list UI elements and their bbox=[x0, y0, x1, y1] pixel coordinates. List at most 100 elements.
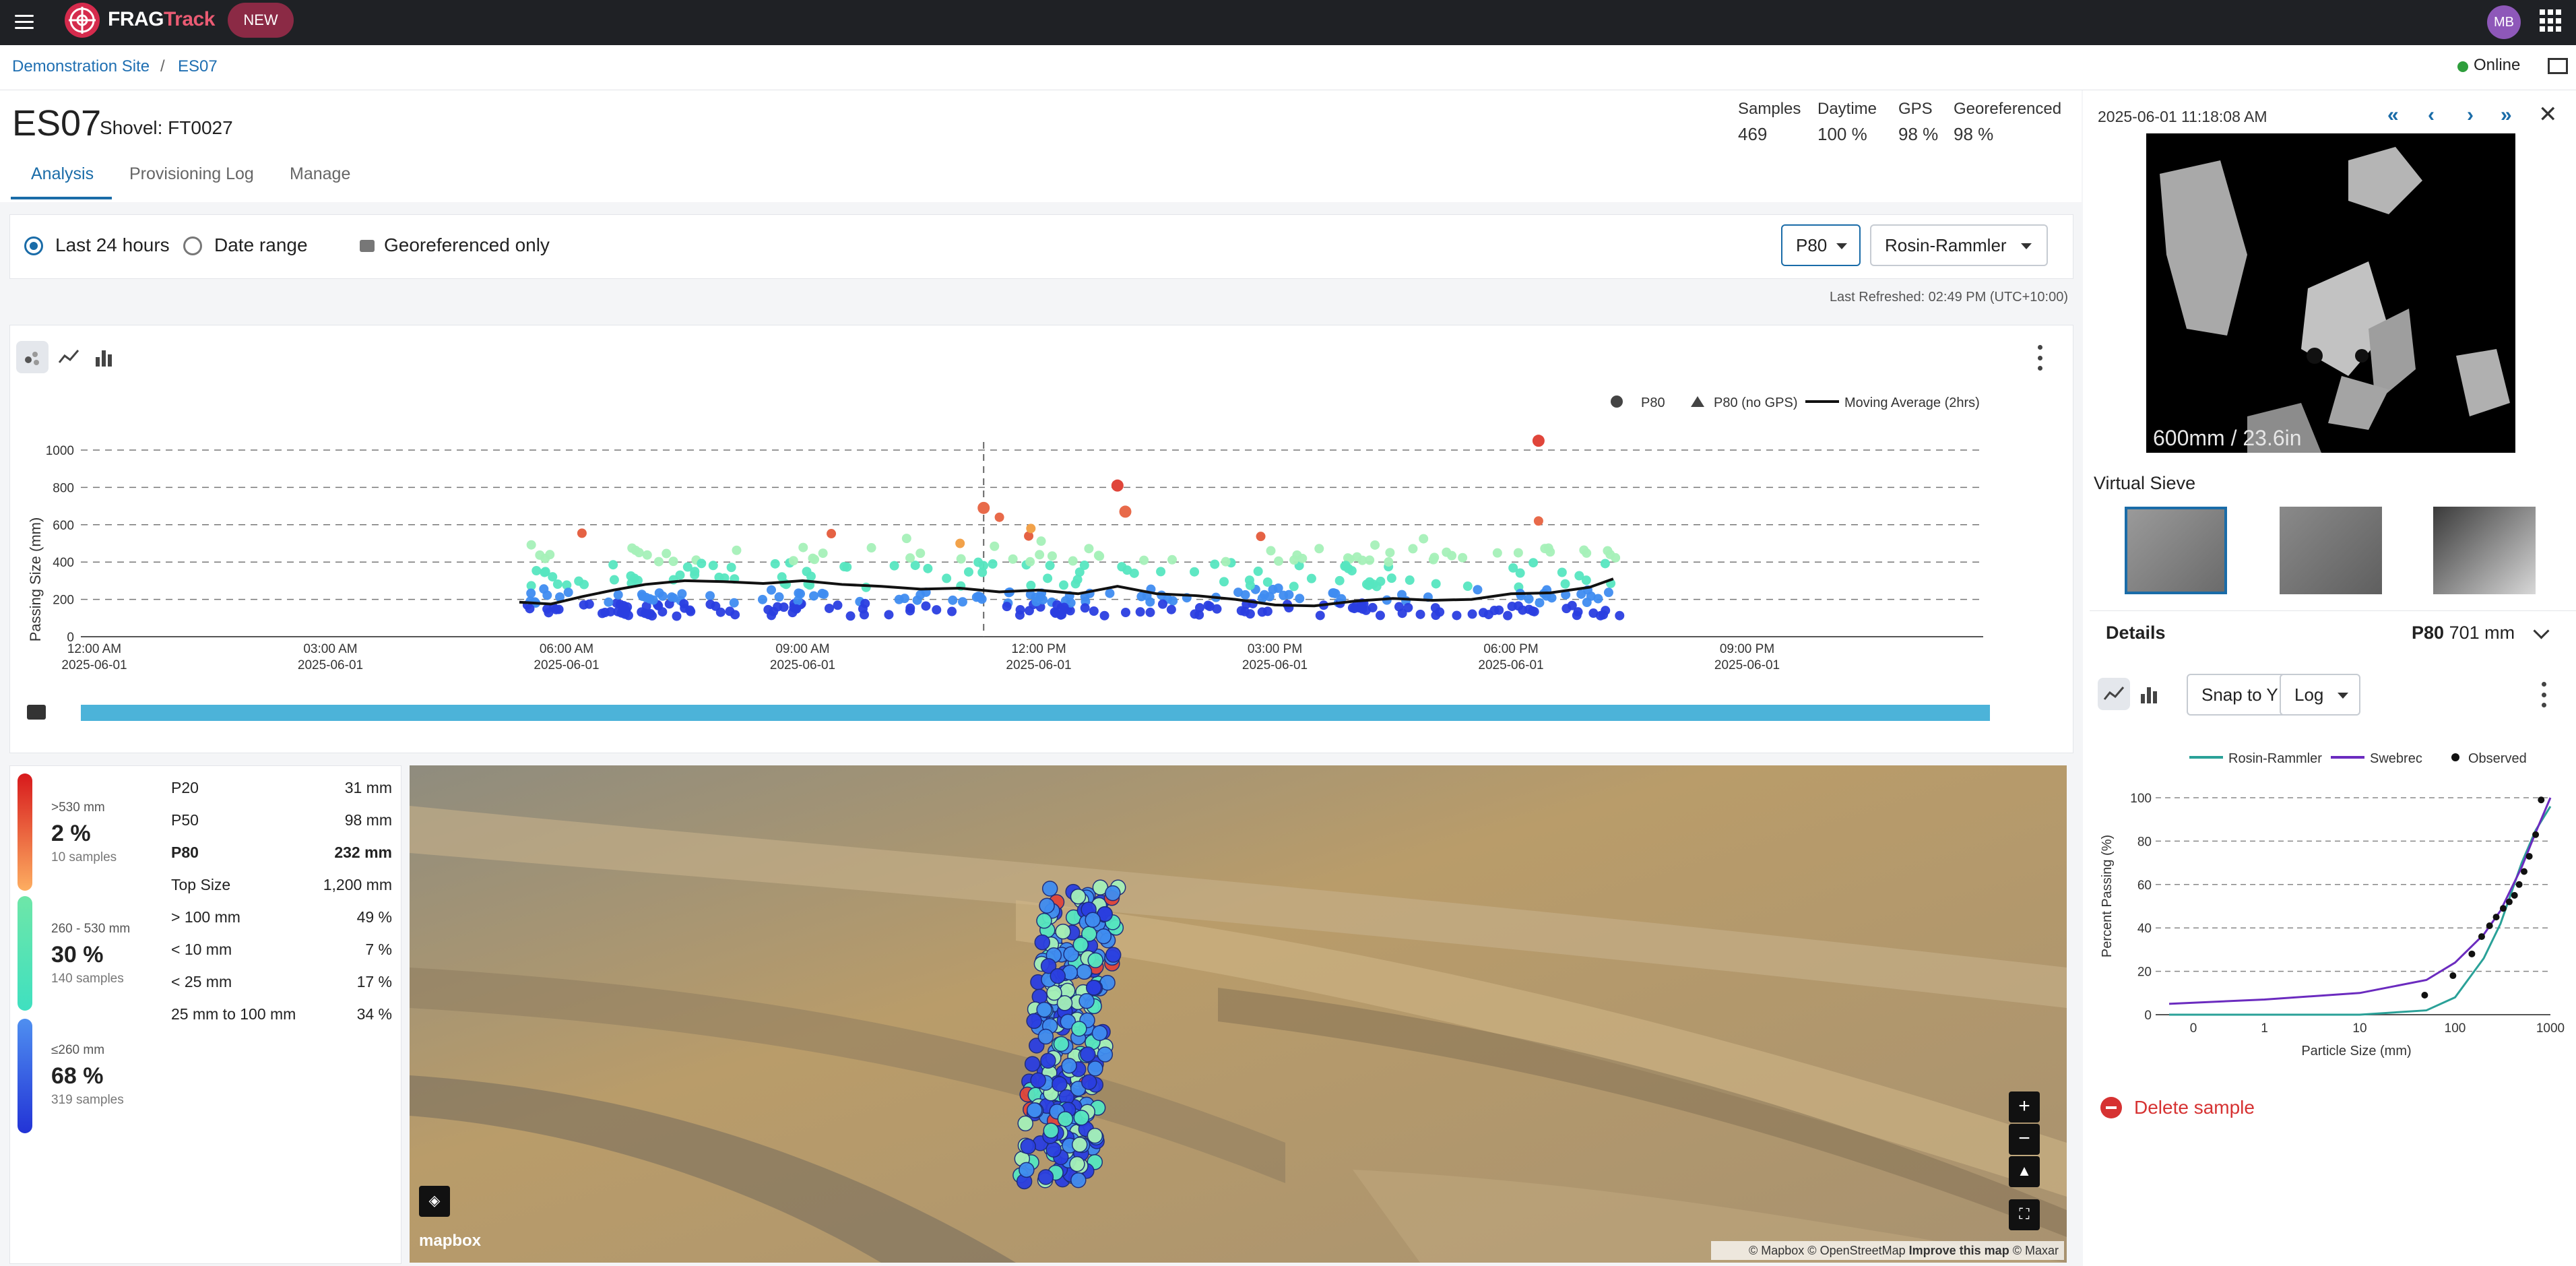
psd-observed-point bbox=[2532, 831, 2540, 838]
sample-point bbox=[1595, 610, 1605, 621]
virtual-sieve-thumb-1[interactable] bbox=[2125, 507, 2227, 594]
model-select[interactable]: Rosin-Rammler bbox=[1870, 224, 2048, 266]
sample-point bbox=[1593, 594, 1603, 604]
more-icon[interactable] bbox=[2541, 682, 2546, 707]
metric-select-value: P80 bbox=[1796, 235, 1828, 255]
legend-p80-marker bbox=[1611, 395, 1623, 408]
zoom-in-icon[interactable]: + bbox=[2009, 1091, 2040, 1122]
active-tab-indicator bbox=[11, 197, 112, 199]
bar-icon[interactable] bbox=[2133, 678, 2165, 710]
sample-point bbox=[901, 534, 911, 544]
highlight-point bbox=[955, 538, 965, 548]
sample-point bbox=[1166, 604, 1176, 614]
first-icon[interactable]: « bbox=[2387, 104, 2399, 127]
last-24-hours-label[interactable]: Last 24 hours bbox=[55, 234, 170, 256]
timeline-bar[interactable] bbox=[81, 705, 1990, 721]
avatar[interactable]: MB bbox=[2487, 5, 2521, 39]
metric-lt25-value: 17 % bbox=[356, 973, 392, 990]
breadcrumb-site[interactable]: Demonstration Site bbox=[12, 57, 150, 76]
sample-point bbox=[1262, 577, 1273, 587]
psd-observed-point bbox=[2478, 933, 2485, 941]
psd-series bbox=[2168, 797, 2552, 1016]
x-tick-time: 09:00 AM bbox=[775, 642, 829, 656]
layers-icon[interactable]: ◈ bbox=[419, 1186, 450, 1217]
prev-icon[interactable]: ‹ bbox=[2428, 104, 2435, 127]
compass-icon[interactable]: ▲ bbox=[2009, 1156, 2040, 1187]
bar-icon[interactable] bbox=[88, 341, 120, 373]
mapbox-logo[interactable]: mapbox bbox=[419, 1232, 481, 1251]
sample-point bbox=[577, 528, 587, 538]
frag-logo-icon[interactable] bbox=[65, 3, 100, 38]
psd-y-tick: 100 bbox=[2130, 792, 2152, 806]
chevron-down-icon bbox=[2021, 243, 2032, 249]
sample-point bbox=[1431, 579, 1441, 589]
delete-icon[interactable] bbox=[2100, 1097, 2122, 1118]
sample-point bbox=[1219, 577, 1229, 587]
sample-point bbox=[1036, 536, 1046, 546]
scatter-icon[interactable] bbox=[16, 341, 49, 373]
tab-provisioning-log[interactable]: Provisioning Log bbox=[129, 164, 254, 184]
attrib-improve[interactable]: Improve this map bbox=[1909, 1244, 2009, 1257]
sample-point bbox=[648, 595, 658, 605]
sample-point bbox=[1221, 557, 1231, 567]
psd-chart[interactable]: Percent Passing (%) Particle Size (mm) 1… bbox=[2090, 775, 2575, 1071]
sample-point bbox=[1492, 548, 1502, 558]
fullscreen-icon[interactable]: ⛶ bbox=[2009, 1199, 2040, 1230]
scale-select[interactable]: Log bbox=[2280, 674, 2360, 716]
metric-select[interactable]: P80 bbox=[1781, 224, 1861, 266]
p80-time-chart[interactable]: Passing Size (mm) 1000800600400200012:00… bbox=[9, 418, 2071, 687]
x-tick-time: 03:00 AM bbox=[303, 642, 357, 656]
metric-lt10-value: 7 % bbox=[365, 941, 392, 958]
attrib-maxar[interactable]: © Maxar bbox=[2013, 1244, 2059, 1257]
sample-point bbox=[1385, 548, 1395, 558]
menu-icon[interactable] bbox=[12, 9, 36, 34]
satellite-map[interactable]: + − ▲ ⛶ ◈ bbox=[410, 765, 2067, 1263]
sample-point bbox=[889, 561, 899, 571]
sample-point bbox=[1093, 550, 1103, 561]
map-sample-point bbox=[1026, 1013, 1042, 1030]
sample-point bbox=[798, 542, 808, 552]
metric-topsize-value: 1,200 mm bbox=[323, 876, 392, 893]
apps-icon[interactable] bbox=[2540, 9, 2563, 32]
date-range-radio[interactable] bbox=[183, 236, 202, 255]
tab-manage[interactable]: Manage bbox=[290, 164, 350, 184]
close-icon[interactable]: ✕ bbox=[2538, 101, 2558, 128]
date-range-label[interactable]: Date range bbox=[214, 234, 308, 256]
line-icon[interactable] bbox=[53, 341, 85, 373]
sample-photo[interactable] bbox=[2146, 133, 2515, 453]
georeferenced-label[interactable]: Georeferenced only bbox=[384, 234, 550, 256]
sample-point bbox=[1560, 579, 1570, 589]
georeferenced-toggle[interactable] bbox=[360, 240, 375, 252]
sample-point bbox=[540, 567, 550, 577]
sample-point bbox=[1212, 604, 1222, 614]
sample-point bbox=[770, 559, 780, 569]
virtual-sieve-thumb-2[interactable] bbox=[2280, 507, 2382, 594]
camera-icon[interactable] bbox=[27, 705, 46, 720]
line-icon[interactable] bbox=[2098, 678, 2130, 710]
zoom-out-icon[interactable]: − bbox=[2009, 1124, 2040, 1155]
map-book-icon[interactable] bbox=[2548, 58, 2568, 74]
virtual-sieve-thumb-3[interactable] bbox=[2433, 507, 2536, 594]
next-icon[interactable]: › bbox=[2467, 104, 2474, 127]
sample-point bbox=[1384, 557, 1394, 567]
last-24-hours-radio[interactable] bbox=[24, 236, 43, 255]
breadcrumb-current[interactable]: ES07 bbox=[178, 57, 218, 76]
tab-analysis[interactable]: Analysis bbox=[31, 164, 94, 184]
last-icon[interactable]: » bbox=[2501, 104, 2512, 127]
more-icon[interactable] bbox=[2037, 345, 2042, 371]
delete-sample-button[interactable]: Delete sample bbox=[2134, 1097, 2255, 1118]
sample-point bbox=[1015, 605, 1025, 615]
sample-point bbox=[1289, 555, 1299, 565]
map-sample-point bbox=[1072, 937, 1089, 953]
sample-point bbox=[1370, 540, 1380, 550]
sample-point bbox=[824, 603, 834, 613]
brand-name[interactable]: FRAGTrack bbox=[108, 8, 215, 31]
last-refreshed: Last Refreshed: 02:49 PM (UTC+10:00) bbox=[1829, 290, 2068, 305]
sample-point bbox=[1528, 558, 1539, 568]
map-sample-points[interactable] bbox=[410, 765, 2067, 1263]
sample-point bbox=[1120, 607, 1130, 617]
sample-point bbox=[1145, 607, 1155, 617]
attrib-mapbox[interactable]: © Mapbox © OpenStreetMap bbox=[1749, 1244, 1906, 1257]
metric-p80-value: 232 mm bbox=[334, 844, 392, 861]
sample-point bbox=[668, 557, 678, 567]
